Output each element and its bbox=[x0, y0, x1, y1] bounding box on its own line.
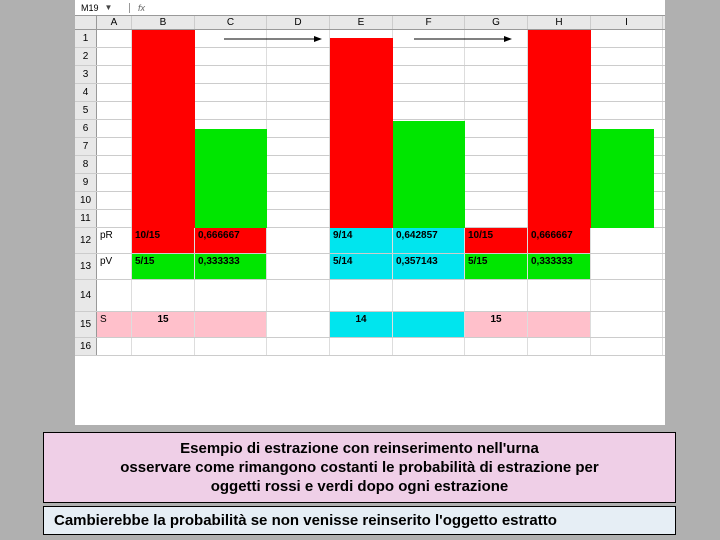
column-headers: A B C D E F G H I bbox=[75, 16, 665, 30]
spreadsheet-window: M19 ▼ fx A B C D E F G H I 1 2 3 4 5 6 7… bbox=[75, 0, 665, 425]
row-header[interactable]: 14 bbox=[75, 280, 97, 311]
row-pv: 13 pV 5/15 0,333333 5/14 0,357143 5/15 0… bbox=[75, 254, 665, 280]
formula-bar-row: M19 ▼ fx bbox=[75, 0, 665, 16]
label-pr[interactable]: pR bbox=[97, 228, 132, 253]
row-header[interactable]: 16 bbox=[75, 338, 97, 355]
row-header[interactable]: 1 bbox=[75, 30, 97, 47]
col-header-f[interactable]: F bbox=[393, 16, 465, 29]
col-header-e[interactable]: E bbox=[330, 16, 393, 29]
cell-pv-e[interactable]: 5/14 bbox=[330, 254, 393, 279]
cell-pv-h[interactable]: 0,333333 bbox=[528, 254, 591, 279]
cell-s-g[interactable]: 15 bbox=[465, 312, 528, 337]
cell-pr-h[interactable]: 0,666667 bbox=[528, 228, 591, 253]
cell-pv-f[interactable]: 0,357143 bbox=[393, 254, 465, 279]
caption-line: oggetti rossi e verdi dopo ogni estrazio… bbox=[58, 477, 661, 496]
row-header[interactable]: 13 bbox=[75, 254, 97, 279]
row-header[interactable]: 2 bbox=[75, 48, 97, 65]
caption-line: Esempio di estrazione con reinserimento … bbox=[58, 439, 661, 458]
cell-pr-c[interactable]: 0,666667 bbox=[195, 228, 267, 253]
row-header[interactable]: 11 bbox=[75, 210, 97, 227]
cell-pv-g[interactable]: 5/15 bbox=[465, 254, 528, 279]
formula-area[interactable]: fx bbox=[130, 3, 665, 13]
cell-s-b[interactable]: 15 bbox=[132, 312, 195, 337]
cell-pr-g[interactable]: 10/15 bbox=[465, 228, 528, 253]
row-header[interactable]: 5 bbox=[75, 102, 97, 119]
col-header-i[interactable]: I bbox=[591, 16, 663, 29]
col-header-g[interactable]: G bbox=[465, 16, 528, 29]
cell-pr-b[interactable]: 10/15 bbox=[132, 228, 195, 253]
cell-pr-f[interactable]: 0,642857 bbox=[393, 228, 465, 253]
cell-s-e[interactable]: 14 bbox=[330, 312, 393, 337]
caption-line: osservare come rimangono costanti le pro… bbox=[58, 458, 661, 477]
col-header-a[interactable]: A bbox=[97, 16, 132, 29]
row-header[interactable]: 10 bbox=[75, 192, 97, 209]
caption-example: Esempio di estrazione con reinserimento … bbox=[43, 432, 676, 503]
col-header-c[interactable]: C bbox=[195, 16, 267, 29]
row-header[interactable]: 6 bbox=[75, 120, 97, 137]
row-header[interactable]: 9 bbox=[75, 174, 97, 191]
caption-note: Cambierebbe la probabilità se non veniss… bbox=[43, 506, 676, 535]
row-header[interactable]: 4 bbox=[75, 84, 97, 101]
grid-body: 1 2 3 4 5 6 7 8 9 10 11 12 pR 10/15 0,66… bbox=[75, 30, 665, 356]
label-pv[interactable]: pV bbox=[97, 254, 132, 279]
fx-icon: fx bbox=[138, 3, 145, 13]
row-s: 15 S 15 14 15 bbox=[75, 312, 665, 338]
col-header-b[interactable]: B bbox=[132, 16, 195, 29]
cell-pr-e[interactable]: 9/14 bbox=[330, 228, 393, 253]
label-s[interactable]: S bbox=[97, 312, 132, 337]
row-pr: 12 pR 10/15 0,666667 9/14 0,642857 10/15… bbox=[75, 228, 665, 254]
cell-pv-c[interactable]: 0,333333 bbox=[195, 254, 267, 279]
dropdown-icon[interactable]: ▼ bbox=[105, 3, 113, 12]
row-header[interactable]: 12 bbox=[75, 228, 97, 253]
row-header[interactable]: 8 bbox=[75, 156, 97, 173]
row-header[interactable]: 15 bbox=[75, 312, 97, 337]
col-header-h[interactable]: H bbox=[528, 16, 591, 29]
row-header[interactable]: 3 bbox=[75, 66, 97, 83]
name-box[interactable]: M19 ▼ bbox=[75, 3, 130, 13]
row-header[interactable]: 7 bbox=[75, 138, 97, 155]
name-box-ref: M19 bbox=[81, 3, 99, 13]
cell-pv-b[interactable]: 5/15 bbox=[132, 254, 195, 279]
select-all-corner[interactable] bbox=[75, 16, 97, 29]
col-header-d[interactable]: D bbox=[267, 16, 330, 29]
